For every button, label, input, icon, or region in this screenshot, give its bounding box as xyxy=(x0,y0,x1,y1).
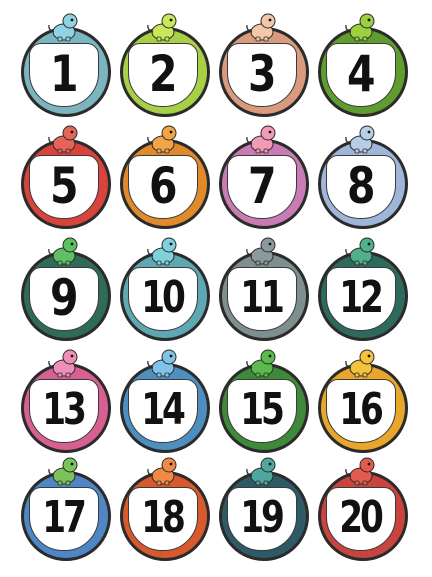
sticker-number: 20 xyxy=(339,492,384,543)
pink-bird-icon xyxy=(244,122,280,154)
number-sticker-8: 8 xyxy=(315,125,411,232)
number-sticker-12: 12 xyxy=(315,237,411,344)
triceratops-icon xyxy=(343,234,379,266)
number-sticker-10: 10 xyxy=(117,237,213,344)
number-sticker-1: 1 xyxy=(18,13,114,120)
orange-dinosaur-icon xyxy=(145,122,181,154)
pterodactyl-icon xyxy=(343,122,379,154)
sticker-number: 7 xyxy=(247,157,277,215)
number-sticker-18: 18 xyxy=(117,457,213,564)
sticker-number: 16 xyxy=(339,384,384,435)
sticker-number: 14 xyxy=(141,384,186,435)
number-sticker-20: 20 xyxy=(315,457,411,564)
number-sticker-17: 17 xyxy=(18,457,114,564)
green-dinosaur-icon xyxy=(145,10,181,42)
sticker-number: 19 xyxy=(240,492,285,543)
number-sticker-5: 5 xyxy=(18,125,114,232)
sticker-number: 15 xyxy=(240,384,285,435)
red-dinosaur-icon xyxy=(46,122,82,154)
number-sticker-19: 19 xyxy=(216,457,312,564)
sticker-number: 18 xyxy=(141,492,186,543)
dinosaur-egg-icon xyxy=(46,454,82,486)
number-sticker-4: 4 xyxy=(315,13,411,120)
longneck-dinosaur-icon xyxy=(145,454,181,486)
teal-dinosaur-icon xyxy=(145,234,181,266)
sticker-number: 17 xyxy=(42,492,87,543)
stegosaurus-icon xyxy=(343,346,379,378)
sticker-number: 10 xyxy=(141,272,186,323)
triceratops-icon xyxy=(244,234,280,266)
blue-dinosaur-icon xyxy=(46,10,82,42)
green-dinosaur-icon xyxy=(244,346,280,378)
red-dragon-icon xyxy=(343,454,379,486)
pink-dinosaur-icon xyxy=(46,346,82,378)
number-sticker-3: 3 xyxy=(216,13,312,120)
number-sticker-11: 11 xyxy=(216,237,312,344)
number-sticker-9: 9 xyxy=(18,237,114,344)
green-dinosaur-icon xyxy=(46,234,82,266)
longneck-dinosaur-icon xyxy=(145,346,181,378)
sticker-number: 12 xyxy=(339,272,384,323)
number-sticker-14: 14 xyxy=(117,349,213,456)
sticker-number: 11 xyxy=(240,272,285,323)
number-sticker-2: 2 xyxy=(117,13,213,120)
number-sticker-sheet: 1 2 3 4 5 6 7 8 9 10 11 12 13 14 15 16 1… xyxy=(0,0,432,577)
sticker-number: 1 xyxy=(49,45,79,103)
number-sticker-13: 13 xyxy=(18,349,114,456)
number-sticker-15: 15 xyxy=(216,349,312,456)
sticker-number: 4 xyxy=(346,45,376,103)
sticker-number: 2 xyxy=(148,45,178,103)
sticker-number: 3 xyxy=(247,45,277,103)
sticker-number: 9 xyxy=(49,269,79,327)
ankylosaurus-icon xyxy=(244,454,280,486)
number-sticker-16: 16 xyxy=(315,349,411,456)
sticker-number: 8 xyxy=(346,157,376,215)
peach-dinosaur-icon xyxy=(244,10,280,42)
sticker-number: 6 xyxy=(148,157,178,215)
sticker-number: 13 xyxy=(42,384,87,435)
sticker-number: 5 xyxy=(49,157,79,215)
number-sticker-7: 7 xyxy=(216,125,312,232)
number-sticker-6: 6 xyxy=(117,125,213,232)
lime-dinosaur-icon xyxy=(343,10,379,42)
